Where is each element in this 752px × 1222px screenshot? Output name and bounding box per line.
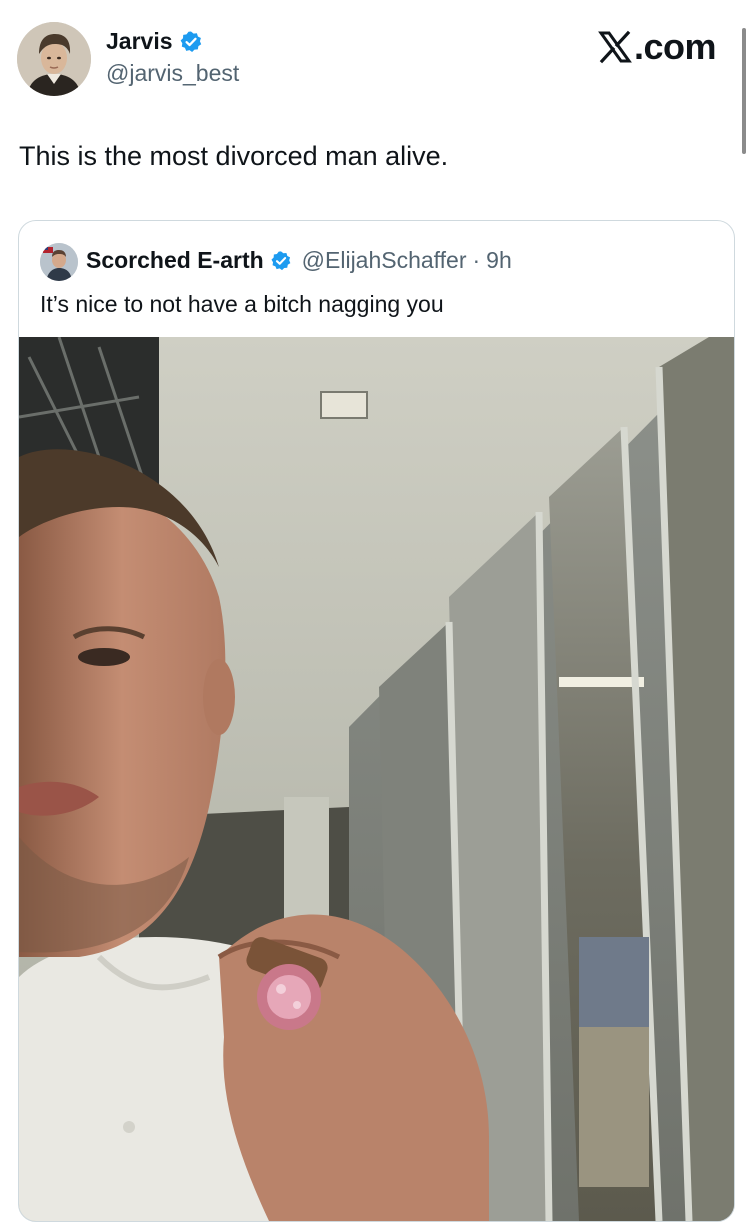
tweet-header: Jarvis @jarvis_best .com	[0, 0, 752, 110]
x-logo-icon	[598, 30, 632, 64]
author-avatar-portrait	[17, 22, 91, 96]
author-avatar[interactable]	[17, 22, 91, 96]
author-display-name[interactable]: Jarvis	[106, 28, 173, 55]
scrollbar[interactable]	[742, 28, 746, 154]
author-name-row: Jarvis	[106, 28, 203, 55]
quoted-header-row: Scorched E-arth @ElijahSchaffer · 9h	[86, 247, 512, 274]
quoted-tweet[interactable]: Scorched E-arth @ElijahSchaffer · 9h It’…	[18, 220, 735, 1222]
quoted-verified-badge-icon	[270, 250, 292, 272]
quoted-avatar-image	[40, 243, 78, 281]
author-handle[interactable]: @jarvis_best	[106, 60, 239, 87]
x-logo[interactable]: .com	[598, 26, 717, 68]
x-logo-text: .com	[633, 26, 717, 67]
quoted-author-avatar[interactable]	[40, 243, 78, 281]
verified-badge-icon	[179, 30, 203, 54]
quoted-display-name[interactable]: Scorched E-arth	[86, 247, 264, 274]
quoted-separator: ·	[472, 247, 481, 273]
quoted-handle[interactable]: @ElijahSchaffer	[302, 247, 467, 274]
quoted-tweet-text: It’s nice to not have a bitch nagging yo…	[40, 291, 444, 317]
quoted-media-photo[interactable]	[19, 337, 734, 1221]
quoted-timestamp[interactable]: 9h	[486, 247, 512, 274]
tweet-text: This is the most divorced man alive.	[19, 141, 449, 171]
